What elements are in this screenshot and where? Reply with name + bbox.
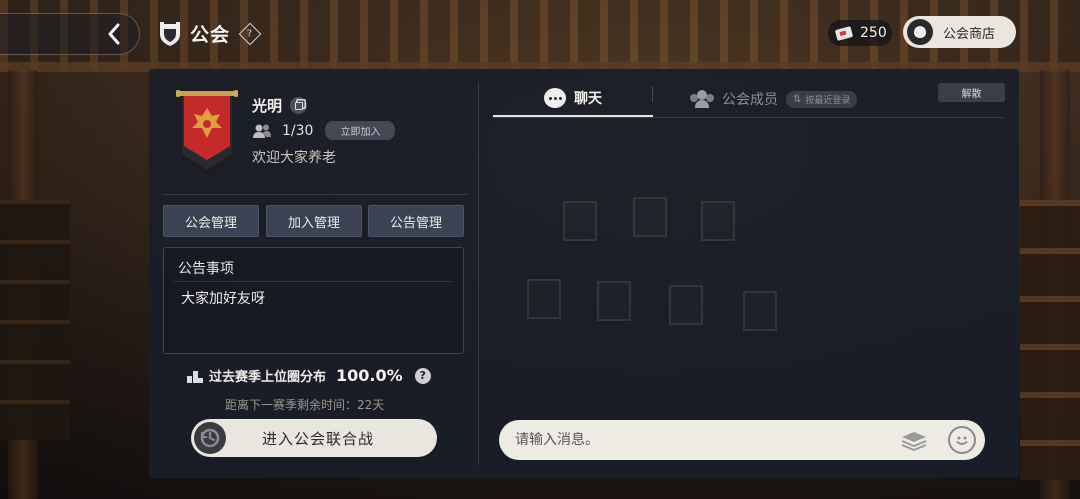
notice-body: 大家加好友呀 <box>181 291 265 307</box>
chat-input[interactable] <box>515 432 875 448</box>
season-countdown: 距离下一赛季剩余时间：22天 <box>225 398 385 412</box>
bg-frame <box>527 279 561 319</box>
tab-separator <box>652 86 653 102</box>
bg-frame <box>633 197 667 237</box>
copy-icon[interactable] <box>290 97 308 114</box>
back-arrow-icon <box>108 23 120 45</box>
season-value: 100.0% <box>336 366 403 385</box>
guild-banner-icon <box>176 90 238 176</box>
bg-shelf <box>0 200 70 440</box>
members-icon <box>253 124 271 138</box>
guild-shop-button[interactable]: 公会商店 <box>903 16 1016 48</box>
disband-button[interactable]: 解散 <box>938 83 1005 102</box>
currency-display: 250 <box>828 20 892 46</box>
help-icon[interactable]: ? <box>238 22 262 45</box>
help-symbol: ? <box>247 28 253 39</box>
sort-icon: ⇅ <box>793 93 802 105</box>
page-title-group: 公会 ? <box>158 20 262 47</box>
chat-bubble-icon <box>544 88 566 108</box>
chat-input-bar[interactable] <box>499 420 985 460</box>
battle-button-label: 进入公会联合战 <box>262 429 375 448</box>
shop-bag-icon <box>907 19 933 45</box>
join-management-button[interactable]: 加入管理 <box>266 205 362 237</box>
guild-name-row: 光明 <box>252 95 308 116</box>
notice-management-button[interactable]: 公告管理 <box>368 205 464 237</box>
clock-icon <box>194 422 226 454</box>
bg-frame <box>563 201 597 241</box>
tab-chat-label: 聊天 <box>574 91 602 107</box>
bg-frame <box>597 281 631 321</box>
guild-panel: 光明 1/30 立即加入 欢迎大家养老 公会管理 加入管理 公告管理 公告事项 … <box>149 69 1019 478</box>
column-divider <box>478 83 479 465</box>
currency-value: 250 <box>860 25 887 41</box>
join-mode-badge: 立即加入 <box>325 121 396 140</box>
section-divider <box>162 194 468 195</box>
season-label: 过去赛季上位圈分布 <box>209 370 327 385</box>
tab-chat[interactable]: 聊天 <box>493 81 653 117</box>
chat-message-area <box>493 121 1005 411</box>
members-icon <box>690 90 714 108</box>
notice-title: 公告事项 <box>178 261 234 277</box>
bg-shelf <box>1020 200 1080 480</box>
stack-icon[interactable] <box>900 430 928 452</box>
bg-frame <box>701 201 735 241</box>
members-row: 1/30 立即加入 <box>252 121 396 140</box>
season-help-icon[interactable]: ? <box>414 367 431 384</box>
enter-guild-battle-button[interactable]: 进入公会联合战 <box>191 419 437 457</box>
tab-members[interactable]: 公会成员 ⇅ 按最近登录 <box>690 81 858 117</box>
bg-frame <box>669 285 703 325</box>
page-title: 公会 <box>190 24 231 46</box>
sort-toggle[interactable]: ⇅ 按最近登录 <box>786 90 858 108</box>
guild-motto: 欢迎大家养老 <box>252 150 336 166</box>
notice-divider <box>174 281 452 282</box>
shop-label: 公会商店 <box>943 26 996 42</box>
tab-underline <box>493 117 1005 118</box>
sort-label: 按最近登录 <box>805 95 851 106</box>
ticket-icon <box>834 25 854 41</box>
podium-icon <box>187 369 203 383</box>
notice-box: 公告事项 大家加好友呀 <box>163 247 464 354</box>
bg-frame <box>743 291 777 331</box>
emoji-icon[interactable] <box>948 426 976 454</box>
tab-members-label: 公会成员 <box>722 92 778 108</box>
season-row: 过去赛季上位圈分布 100.0% ? <box>187 366 431 385</box>
back-button[interactable] <box>0 13 140 55</box>
guild-name: 光明 <box>252 97 283 115</box>
member-count: 1/30 <box>282 122 314 139</box>
guild-management-button[interactable]: 公会管理 <box>163 205 259 237</box>
guild-shield-icon <box>160 21 180 46</box>
